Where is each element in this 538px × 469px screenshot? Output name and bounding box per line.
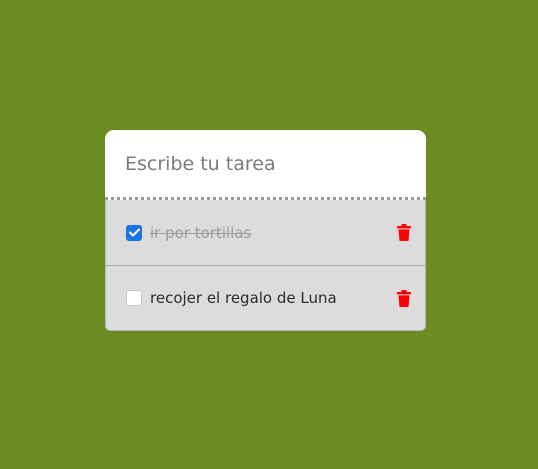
task-label: recojer el regalo de Luna bbox=[150, 289, 337, 307]
task-checkbox-unchecked[interactable] bbox=[126, 290, 142, 306]
task-item: ir por tortillas bbox=[106, 200, 425, 265]
task-checkbox-checked[interactable] bbox=[126, 224, 142, 241]
trash-icon bbox=[397, 289, 411, 307]
task-label: ir por tortillas bbox=[150, 223, 252, 242]
task-input[interactable] bbox=[125, 152, 405, 175]
todo-card: ir por tortillas recojer el regalo de Lu… bbox=[105, 130, 426, 331]
delete-button[interactable] bbox=[396, 289, 412, 307]
task-list: ir por tortillas recojer el regalo de Lu… bbox=[105, 200, 426, 331]
check-icon bbox=[128, 228, 140, 237]
task-input-container bbox=[105, 130, 426, 200]
task-item: recojer el regalo de Luna bbox=[106, 265, 425, 330]
trash-icon bbox=[397, 224, 411, 241]
delete-button[interactable] bbox=[396, 224, 412, 242]
